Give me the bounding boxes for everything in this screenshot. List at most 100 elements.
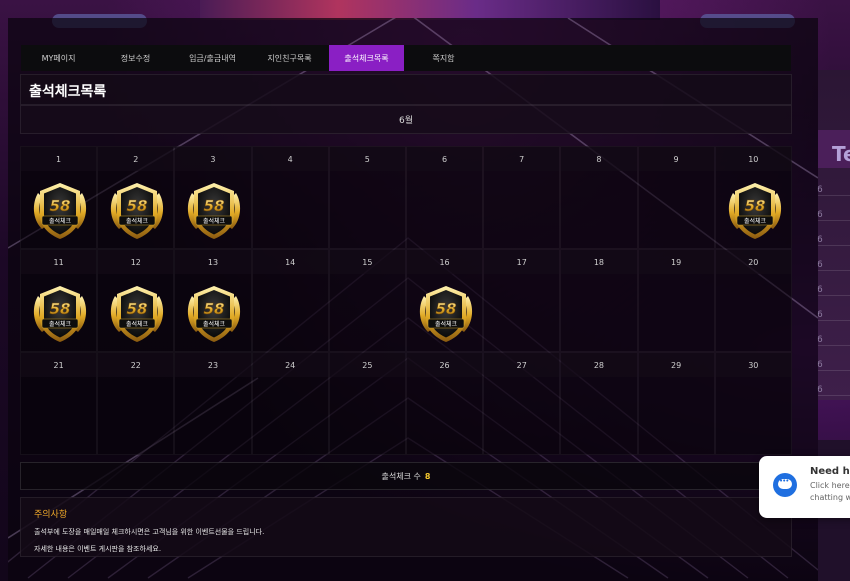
calendar-day-number: 24 — [252, 353, 328, 377]
attendance-stamp-icon: 58 출석체크 — [723, 179, 787, 243]
stamp-logo-text: 58 — [50, 300, 71, 318]
calendar-day-number: 10 — [715, 147, 791, 171]
calendar-day-number: 9 — [638, 147, 714, 171]
calendar-day-number: 7 — [484, 147, 560, 171]
attendance-stamp-icon: 58 출석체크 — [28, 179, 92, 243]
calendar-day: 17 — [483, 249, 561, 352]
calendar-day-number: 30 — [715, 353, 791, 377]
attendance-calendar: 1 58 출석체크 2 58 출석체크 3 58 출석체크 4 5 6 7 8 … — [20, 146, 792, 455]
chat-bubble-icon[interactable] — [773, 473, 797, 497]
notice-line: 자세한 내용은 이벤트 게시판을 참조하세요. — [34, 545, 162, 553]
calendar-day-number: 8 — [561, 147, 637, 171]
calendar-day: 7 — [483, 146, 561, 249]
stamp-label-text: 출석체크 — [126, 217, 149, 225]
calendar-day-number: 23 — [175, 353, 251, 377]
stamp-label-text: 출석체크 — [49, 217, 72, 225]
stamp-logo-text: 58 — [204, 197, 225, 215]
tab-5[interactable]: 쪽지함 — [406, 45, 481, 71]
attendance-stamp-icon: 58 출석체크 — [105, 179, 169, 243]
calendar-day: 5 — [328, 146, 406, 249]
calendar-day-number: 19 — [638, 250, 714, 274]
calendar-day-number: 20 — [715, 250, 791, 274]
calendar-day-number: 2 — [98, 147, 174, 171]
attendance-count-value: 8 — [424, 471, 431, 481]
calendar-day-number: 17 — [484, 250, 560, 274]
stamp-label-text: 출석체크 — [203, 320, 226, 328]
tab-3[interactable]: 지인친구목록 — [252, 45, 327, 71]
calendar-day: 21 — [20, 352, 98, 455]
chat-widget[interactable]: Need he Click here chatting w — [759, 456, 850, 518]
tab-0[interactable]: MY페이지 — [21, 45, 96, 71]
calendar-day: 22 — [97, 352, 175, 455]
chat-widget-title: Need he — [810, 466, 850, 477]
calendar-day-number: 4 — [252, 147, 328, 171]
calendar-day-number: 21 — [21, 353, 97, 377]
calendar-day: 10 58 출석체크 — [714, 146, 792, 249]
calendar-week: 1 58 출석체크 2 58 출석체크 3 58 출석체크 4 5 6 7 8 … — [20, 146, 792, 249]
calendar-day-number: 13 — [175, 250, 251, 274]
stamp-label-text: 출석체크 — [203, 217, 226, 225]
title-bar: 출석체크목록 — [20, 74, 792, 105]
calendar-day-number: 1 — [21, 147, 97, 171]
stamp-logo-text: 58 — [436, 300, 457, 318]
calendar-day-number: 11 — [21, 250, 97, 274]
stamp-logo-text: 58 — [744, 197, 765, 215]
attendance-stamp-icon: 58 출석체크 — [182, 282, 246, 346]
calendar-day: 3 58 출석체크 — [174, 146, 252, 249]
attendance-modal: MY페이지 정보수정 입금/출금내역 지인친구목록 출석체크목록 쪽지함 출석체크목록 6… — [8, 18, 818, 581]
chat-widget-subtitle: Click here — [810, 481, 850, 490]
calendar-day: 9 — [637, 146, 715, 249]
calendar-day: 19 — [637, 249, 715, 352]
calendar-day-number: 12 — [98, 250, 174, 274]
calendar-week: 11 58 출석체크 12 58 출석체크 13 58 출석체크 14 15 1… — [20, 249, 792, 352]
background-side-panel-row — [818, 295, 850, 296]
attendance-count-bar: 출석체크 수 8 — [20, 462, 792, 490]
month-label: 6월 — [398, 116, 413, 126]
attendance-stamp-icon: 58 출석체크 — [182, 179, 246, 243]
calendar-day: 20 — [714, 249, 792, 352]
background-side-panel-row — [818, 320, 850, 321]
background-side-panel-row — [818, 245, 850, 246]
background-side-panel-row — [818, 345, 850, 346]
calendar-day: 13 58 출석체크 — [174, 249, 252, 352]
calendar-day: 6 — [405, 146, 484, 249]
stamp-logo-text: 58 — [50, 197, 71, 215]
calendar-day-number: 14 — [252, 250, 328, 274]
background-side-panel-row — [818, 270, 850, 271]
calendar-day-number: 29 — [638, 353, 714, 377]
calendar-day: 26 — [405, 352, 484, 455]
calendar-day-number: 27 — [484, 353, 560, 377]
calendar-day: 25 — [328, 352, 406, 455]
calendar-week: 21 22 23 24 25 26 27 28 29 30 — [20, 352, 792, 455]
calendar-day: 18 — [560, 249, 638, 352]
stamp-label-text: 출석체크 — [49, 320, 72, 328]
notice-box: 주의사항 출석부에 도장을 매일매일 체크하시면은 고객님을 위한 이벤트선물을… — [20, 497, 792, 557]
stamp-label-text: 출석체크 — [744, 217, 767, 225]
stamp-label-text: 출석체크 — [435, 320, 458, 328]
calendar-day-number: 3 — [175, 147, 251, 171]
attendance-stamp-icon: 58 출석체크 — [105, 282, 169, 346]
attendance-stamp-icon: 58 출석체크 — [28, 282, 92, 346]
calendar-day: 27 — [483, 352, 561, 455]
calendar-day-number: 18 — [561, 250, 637, 274]
calendar-day-number: 16 — [406, 250, 483, 274]
calendar-day: 14 — [251, 249, 329, 352]
stamp-logo-text: 58 — [204, 300, 225, 318]
tab-2[interactable]: 입금/출금내역 — [175, 45, 250, 71]
calendar-day-number: 15 — [329, 250, 405, 274]
stamp-logo-text: 58 — [127, 197, 148, 215]
background-side-panel-title: Te — [832, 142, 850, 166]
calendar-day: 24 — [251, 352, 329, 455]
stamp-logo-text: 58 — [127, 300, 148, 318]
tab-1[interactable]: 정보수정 — [98, 45, 173, 71]
calendar-day: 16 58 출석체크 — [405, 249, 484, 352]
calendar-day-number: 5 — [329, 147, 405, 171]
calendar-day-number: 26 — [406, 353, 483, 377]
tab-4[interactable]: 출석체크목록 — [329, 45, 404, 71]
calendar-day: 28 — [560, 352, 638, 455]
calendar-day: 2 58 출석체크 — [97, 146, 175, 249]
attendance-stamp-icon: 58 출석체크 — [414, 282, 478, 346]
notice-line: 출석부에 도장을 매일매일 체크하시면은 고객님을 위한 이벤트선물을 드립니다… — [34, 528, 265, 536]
month-bar: 6월 — [20, 105, 792, 134]
calendar-day: 12 58 출석체크 — [97, 249, 175, 352]
